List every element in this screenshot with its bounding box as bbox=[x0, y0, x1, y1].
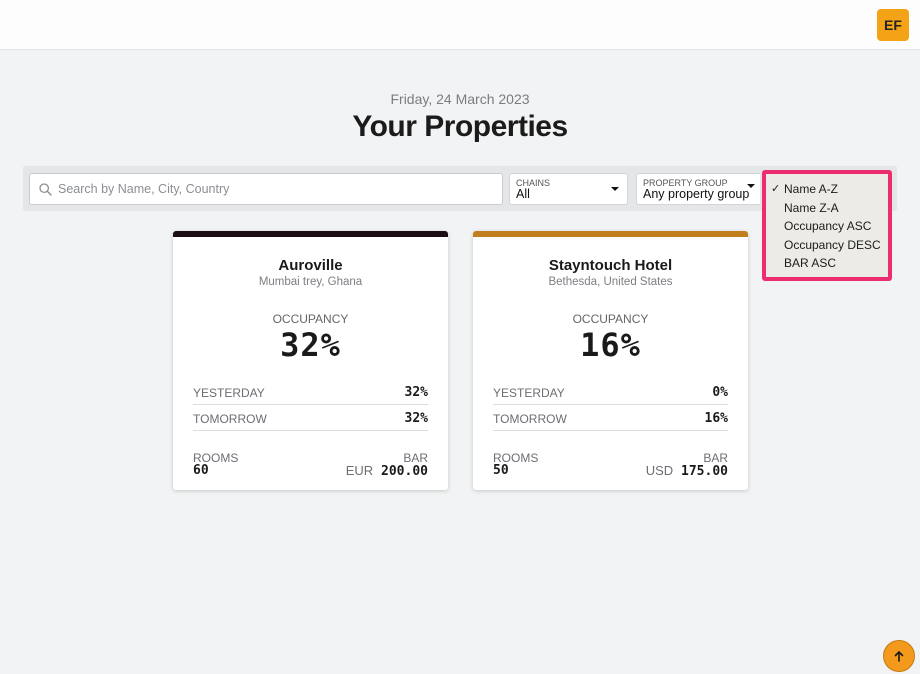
top-bar: EF bbox=[0, 0, 920, 50]
tomorrow-value: 32% bbox=[404, 411, 428, 426]
search-icon bbox=[39, 182, 52, 196]
tomorrow-label: TOMORROW bbox=[193, 411, 267, 426]
property-name: Stayntouch Hotel bbox=[548, 257, 673, 274]
bar-block: BAR USD 175.00 bbox=[646, 452, 728, 479]
sort-option-bar-asc[interactable]: BAR ASC bbox=[766, 254, 888, 273]
card-color-band bbox=[473, 231, 748, 237]
chevron-down-icon bbox=[747, 184, 755, 188]
card-color-band bbox=[173, 231, 448, 237]
property-group-select[interactable]: PROPERTY GROUP Any property group bbox=[636, 173, 760, 205]
bar-block: BAR EUR 200.00 bbox=[346, 452, 428, 479]
sort-option-occupancy-desc[interactable]: Occupancy DESC bbox=[766, 236, 888, 255]
occupancy-label: OCCUPANCY bbox=[272, 312, 349, 326]
yesterday-row: YESTERDAY 32% bbox=[193, 381, 428, 405]
page-title: Your Properties bbox=[352, 110, 568, 143]
tomorrow-row: TOMORROW 16% bbox=[493, 407, 728, 431]
avatar[interactable]: EF bbox=[877, 9, 909, 41]
sort-option-label: Occupancy ASC bbox=[784, 219, 872, 233]
bar-currency: EUR bbox=[345, 463, 374, 478]
yesterday-value: 0% bbox=[712, 385, 728, 400]
yesterday-row: YESTERDAY 0% bbox=[493, 381, 728, 405]
bar-currency: USD bbox=[645, 463, 674, 478]
occupancy-label: OCCUPANCY bbox=[572, 312, 649, 326]
sort-option-label: Occupancy DESC bbox=[784, 237, 881, 252]
occupancy-value: 16% bbox=[580, 326, 641, 364]
rooms-block: ROOMS 60 bbox=[193, 452, 238, 478]
property-location: Mumbai trey, Ghana bbox=[258, 276, 363, 288]
sort-option-name-az[interactable]: ✓ Name A-Z bbox=[766, 180, 888, 199]
sort-option-label: Name Z-A bbox=[784, 200, 839, 215]
tomorrow-value: 16% bbox=[704, 411, 728, 426]
property-card[interactable]: Stayntouch Hotel Bethesda, United States… bbox=[473, 231, 748, 490]
bar-value: 175.00 bbox=[681, 464, 728, 479]
bar-value: 200.00 bbox=[381, 464, 428, 479]
sort-option-label: BAR ASC bbox=[784, 256, 837, 270]
search-box[interactable] bbox=[29, 173, 503, 205]
occupancy-value: 32% bbox=[280, 326, 341, 364]
property-group-value: Any property group bbox=[643, 187, 750, 201]
rooms-block: ROOMS 50 bbox=[493, 452, 538, 478]
chains-select[interactable]: CHAINS All bbox=[509, 173, 628, 205]
check-icon: ✓ bbox=[771, 183, 781, 195]
tomorrow-label: TOMORROW bbox=[493, 411, 567, 426]
current-date: Friday, 24 March 2023 bbox=[390, 91, 530, 107]
yesterday-label: YESTERDAY bbox=[193, 385, 265, 400]
property-card[interactable]: Auroville Mumbai trey, Ghana OCCUPANCY 3… bbox=[173, 231, 448, 490]
sort-option-name-za[interactable]: Name Z-A bbox=[766, 199, 888, 218]
search-input[interactable] bbox=[58, 182, 478, 196]
yesterday-label: YESTERDAY bbox=[493, 385, 565, 400]
sort-option-occupancy-asc[interactable]: Occupancy ASC bbox=[766, 217, 888, 236]
property-location: Bethesda, United States bbox=[548, 276, 673, 288]
scroll-to-top-button[interactable] bbox=[883, 640, 915, 672]
sort-option-label: Name A-Z bbox=[784, 182, 839, 196]
yesterday-value: 32% bbox=[404, 385, 428, 400]
chains-label: CHAINS bbox=[516, 178, 551, 188]
chains-value: All bbox=[516, 187, 530, 201]
chevron-down-icon bbox=[611, 187, 619, 191]
sort-dropdown-menu: ✓ Name A-Z Name Z-A Occupancy ASC Occupa… bbox=[762, 170, 892, 281]
rooms-value: 60 bbox=[193, 463, 209, 478]
rooms-value: 50 bbox=[493, 463, 509, 478]
property-name: Auroville bbox=[278, 257, 343, 274]
arrow-up-icon bbox=[894, 651, 904, 662]
tomorrow-row: TOMORROW 32% bbox=[193, 407, 428, 431]
